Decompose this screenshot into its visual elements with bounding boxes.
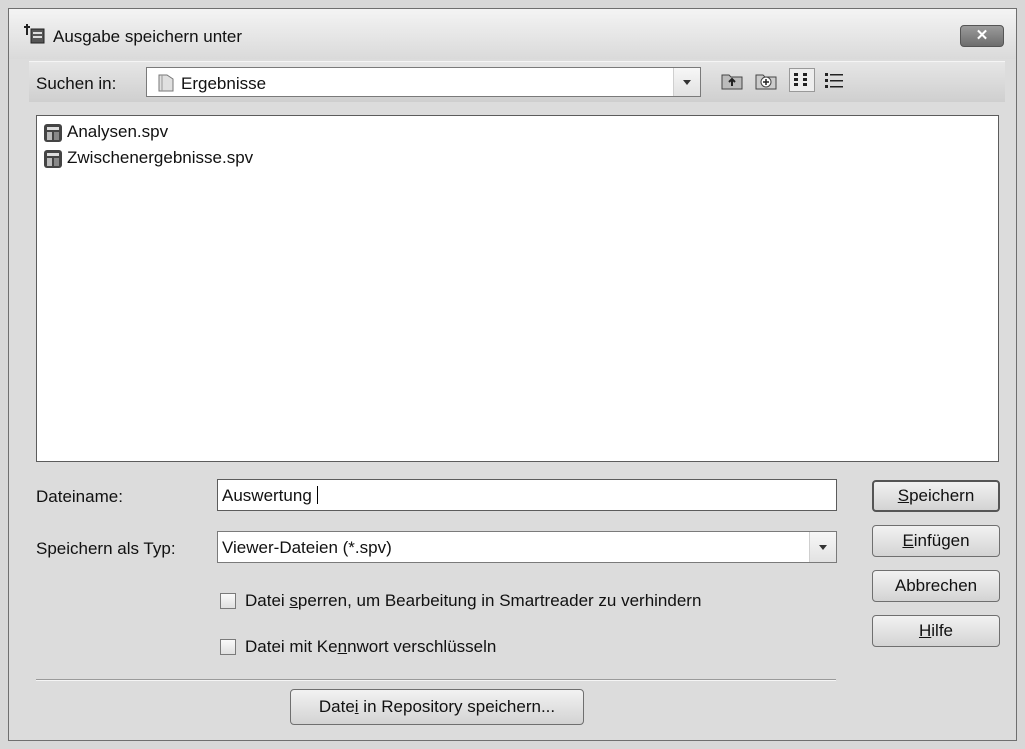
- accelerator-key: S: [897, 486, 910, 505]
- save-to-repository-button[interactable]: Datei in Repository speichern...: [290, 689, 584, 725]
- look-in-bar: Suchen in: Ergebnisse: [29, 61, 1005, 102]
- details-view-icon[interactable]: [822, 69, 846, 91]
- label-part: Datei mit Ke: [245, 637, 338, 656]
- look-in-dropdown[interactable]: Ergebnisse: [146, 67, 701, 97]
- list-item[interactable]: Analysen.spv: [43, 122, 168, 144]
- filetype-label: Speichern als Typ:: [36, 539, 176, 558]
- filename-value: Auswertung: [222, 486, 312, 505]
- button-label: in Repository speichern...: [358, 697, 556, 716]
- file-list[interactable]: Analysen.spv Zwischenergebnisse.spv: [36, 115, 999, 462]
- button-label: ilfe: [931, 621, 953, 640]
- filename-label: Dateiname:: [36, 487, 123, 506]
- accelerator-key: s: [289, 591, 298, 610]
- list-item[interactable]: Zwischenergebnisse.spv: [43, 148, 253, 170]
- spv-file-icon: [44, 123, 62, 142]
- file-name: Zwischenergebnisse.spv: [67, 148, 254, 167]
- title-bar: Ausgabe speichern unter ✕: [9, 9, 1016, 59]
- folder-icon: [158, 74, 174, 92]
- help-button[interactable]: Hilfe: [872, 615, 1000, 647]
- accelerator-key: n: [337, 637, 348, 656]
- up-folder-icon[interactable]: [720, 69, 744, 91]
- spss-output-icon: [24, 24, 45, 44]
- accelerator-key: H: [918, 621, 932, 640]
- dropdown-arrow[interactable]: [673, 68, 700, 96]
- look-in-label: Suchen in:: [36, 74, 117, 93]
- filetype-value: Viewer-Dateien (*.spv): [222, 538, 392, 557]
- chevron-down-icon: [819, 545, 827, 550]
- look-in-folder: Ergebnisse: [181, 74, 267, 93]
- label-part: Datei: [245, 591, 290, 610]
- dialog-title: Ausgabe speichern unter: [53, 27, 243, 46]
- lock-checkbox[interactable]: [220, 593, 236, 609]
- paste-button[interactable]: Einfügen: [872, 525, 1000, 557]
- encrypt-checkbox[interactable]: [220, 639, 236, 655]
- list-view-icon[interactable]: [789, 68, 815, 92]
- chevron-down-icon: [683, 80, 691, 85]
- spv-file-icon: [44, 149, 62, 168]
- button-label: infügen: [913, 531, 970, 550]
- save-output-dialog: Ausgabe speichern unter ✕ Suchen in: Erg…: [8, 8, 1017, 741]
- label-part: nwort verschlüsseln: [347, 637, 497, 656]
- button-label: Date: [318, 697, 355, 716]
- button-label: peichern: [909, 486, 975, 505]
- close-button[interactable]: ✕: [960, 25, 1004, 47]
- save-button[interactable]: Speichern: [872, 480, 1000, 512]
- accelerator-key: E: [902, 531, 914, 550]
- filename-input[interactable]: Auswertung: [217, 479, 837, 511]
- button-label: Abbrechen: [894, 576, 978, 595]
- encrypt-option-label: Datei mit Kennwort verschlüsseln: [245, 637, 496, 657]
- close-icon: ✕: [975, 27, 989, 44]
- separator: [36, 679, 836, 681]
- text-caret: [317, 486, 318, 504]
- dropdown-arrow[interactable]: [809, 532, 836, 562]
- cancel-button[interactable]: Abbrechen: [872, 570, 1000, 602]
- new-folder-icon[interactable]: [754, 69, 778, 91]
- filetype-dropdown[interactable]: Viewer-Dateien (*.spv): [217, 531, 837, 563]
- lock-option-label: Datei sperren, um Bearbeitung in Smartre…: [245, 591, 701, 611]
- file-name: Analysen.spv: [67, 122, 169, 141]
- label-part: perren, um Bearbeitung in Smartreader zu…: [297, 591, 702, 610]
